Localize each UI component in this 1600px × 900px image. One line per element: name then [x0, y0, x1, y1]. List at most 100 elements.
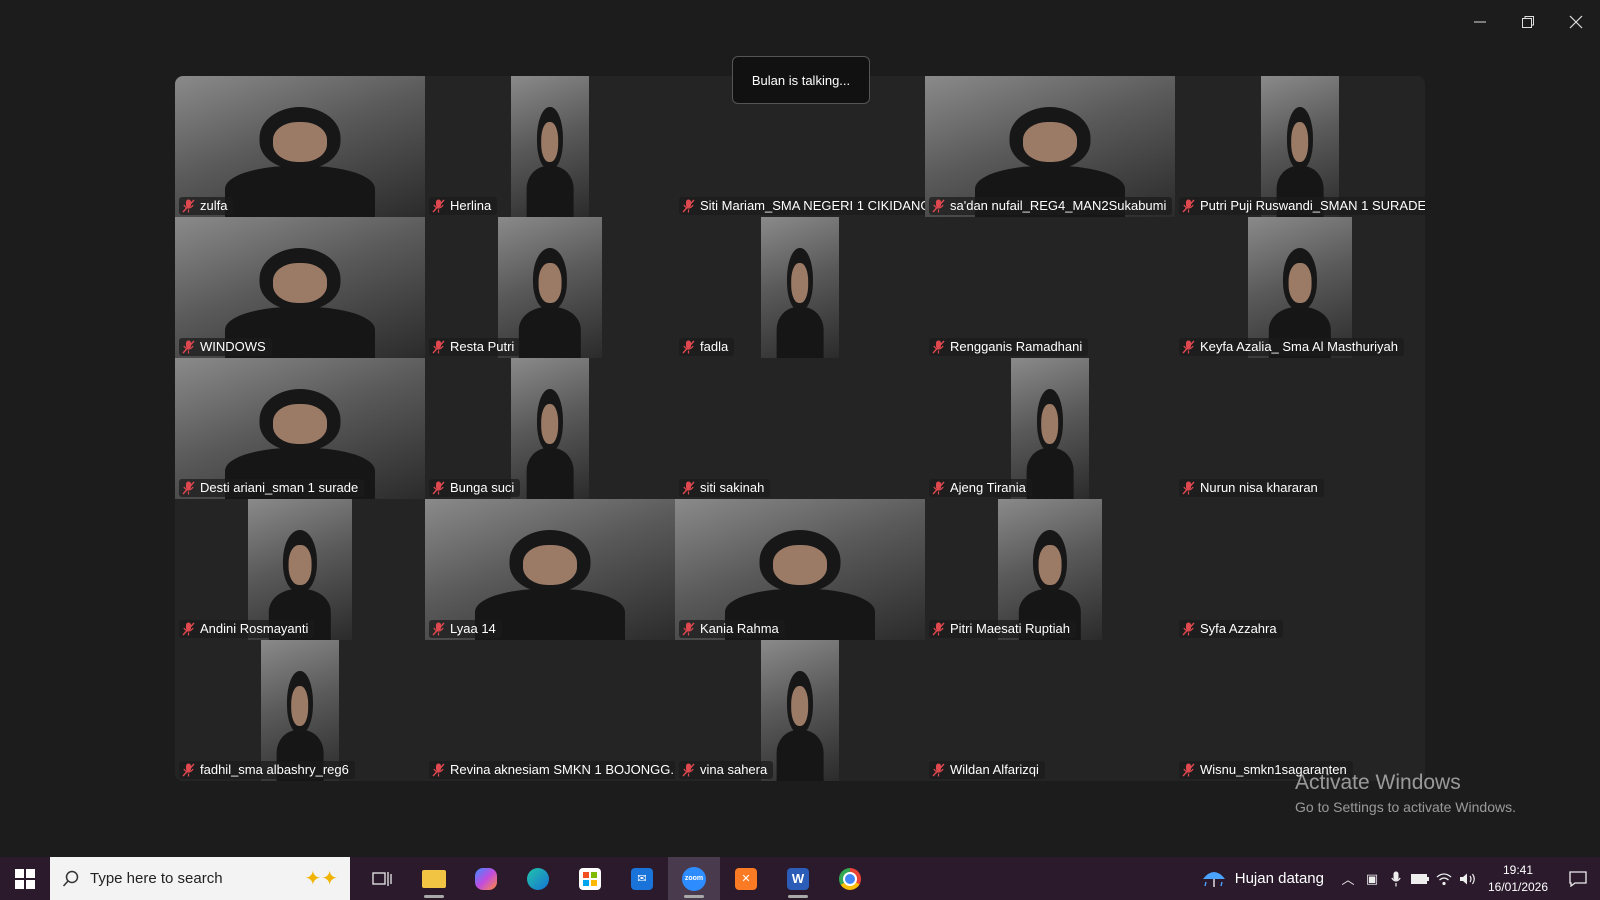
chrome-icon[interactable] — [824, 857, 876, 900]
participant-name: Siti Mariam_SMA NEGERI 1 CIKIDANG — [700, 198, 925, 213]
participant-name: Andini Rosmayanti — [200, 621, 309, 636]
participant-name: Lyaa 14 — [450, 621, 496, 636]
weather-text: Hujan datang — [1234, 870, 1324, 887]
muted-mic-icon — [1182, 340, 1195, 353]
participant-tile[interactable]: Wisnu_smkn1sagaranten — [1175, 640, 1425, 781]
muted-mic-icon — [932, 481, 945, 494]
zoom-icon[interactable]: zoom — [668, 857, 720, 900]
participant-video — [1011, 358, 1089, 499]
window-controls — [1456, 0, 1600, 44]
microsoft-store-icon[interactable] — [564, 857, 616, 900]
participant-tile[interactable]: Putri Puji Ruswandi_SMAN 1 SURADE — [1175, 76, 1425, 217]
participant-name: Nurun nisa khararan — [1200, 480, 1318, 495]
meet-now-icon[interactable]: ▣ — [1360, 871, 1384, 887]
participant-name: sa'dan nufail_REG4_MAN2Sukabumi — [950, 198, 1167, 213]
participant-name: WINDOWS — [200, 339, 266, 354]
activate-windows-watermark: Activate Windows Go to Settings to activ… — [1295, 771, 1516, 815]
muted-mic-icon — [182, 622, 195, 635]
microphone-icon[interactable] — [1384, 871, 1408, 887]
volume-icon[interactable] — [1456, 872, 1480, 886]
participant-name-bar: Putri Puji Ruswandi_SMAN 1 SURADE — [1179, 197, 1425, 215]
participant-name: Keyfa Azalia_ Sma Al Masthuriyah — [1200, 339, 1398, 354]
participant-tile[interactable]: Nurun nisa khararan — [1175, 358, 1425, 499]
notification-button[interactable] — [1556, 870, 1600, 887]
participant-tile[interactable]: Herlina — [425, 76, 675, 217]
participant-tile[interactable]: siti sakinah — [675, 358, 925, 499]
weather-widget[interactable]: Hujan datang — [1189, 868, 1336, 890]
participant-name-bar: zulfa — [179, 197, 234, 215]
muted-mic-icon — [182, 481, 195, 494]
minimize-button[interactable] — [1456, 0, 1504, 44]
start-button[interactable] — [0, 857, 50, 900]
clock[interactable]: 19:41 16/01/2026 — [1480, 862, 1556, 896]
participant-name: vina sahera — [700, 762, 768, 777]
participant-name-bar: Desti ariani_sman 1 surade — [179, 479, 365, 497]
clock-time: 19:41 — [1502, 862, 1534, 877]
participant-video — [175, 76, 425, 217]
copilot-icon[interactable] — [460, 857, 512, 900]
participant-tile[interactable]: Wildan Alfarizqi — [925, 640, 1175, 781]
participant-tile[interactable]: Keyfa Azalia_ Sma Al Masthuriyah — [1175, 217, 1425, 358]
xampp-icon[interactable]: ✕ — [720, 857, 772, 900]
participant-name-bar: Nurun nisa khararan — [1179, 479, 1324, 497]
muted-mic-icon — [932, 340, 945, 353]
muted-mic-icon — [432, 622, 445, 635]
participant-tile[interactable]: Syfa Azzahra — [1175, 499, 1425, 640]
chevron-up-icon[interactable]: ︿ — [1336, 869, 1360, 888]
muted-mic-icon — [932, 199, 945, 212]
participant-video — [925, 76, 1175, 217]
participant-name-bar: WINDOWS — [179, 338, 272, 356]
participant-video — [175, 217, 425, 358]
battery-icon[interactable] — [1408, 873, 1432, 884]
gallery-grid: zulfa Herlina Siti Mariam_SMA NEGERI 1 CIK… — [175, 76, 1425, 781]
muted-mic-icon — [1182, 199, 1195, 212]
minimize-icon — [1474, 21, 1486, 23]
participant-video — [425, 499, 675, 640]
participant-tile[interactable]: Resta Putri — [425, 217, 675, 358]
participant-name-bar: Resta Putri — [429, 338, 521, 356]
participant-tile[interactable]: fadhil_sma albashry_reg6 — [175, 640, 425, 781]
participant-tile[interactable]: Desti ariani_sman 1 surade — [175, 358, 425, 499]
participant-tile[interactable]: sa'dan nufail_REG4_MAN2Sukabumi — [925, 76, 1175, 217]
file-explorer-icon[interactable] — [408, 857, 460, 900]
task-view-icon[interactable] — [356, 857, 408, 900]
participant-video — [998, 499, 1102, 640]
participant-name: zulfa — [200, 198, 228, 213]
participant-name: Revina aknesiam SMKN 1 BOJONGG... — [450, 762, 675, 777]
participant-name: siti sakinah — [700, 480, 765, 495]
participant-tile[interactable]: zulfa — [175, 76, 425, 217]
participant-tile[interactable]: Andini Rosmayanti — [175, 499, 425, 640]
restore-button[interactable] — [1504, 0, 1552, 44]
participant-tile[interactable]: Bunga suci — [425, 358, 675, 499]
close-button[interactable] — [1552, 0, 1600, 44]
word-icon[interactable]: W — [772, 857, 824, 900]
participant-name: Resta Putri — [450, 339, 515, 354]
participant-name-bar: Herlina — [429, 197, 498, 215]
taskbar-search[interactable]: Type here to search ✦✦ — [50, 857, 350, 900]
system-tray: Hujan datang ︿ ▣ 19:41 16/01/2026 — [1189, 857, 1600, 900]
participant-tile[interactable]: Lyaa 14 — [425, 499, 675, 640]
participant-tile[interactable]: Revina aknesiam SMKN 1 BOJONGG... — [425, 640, 675, 781]
participant-video — [1248, 217, 1352, 358]
participant-video — [498, 217, 602, 358]
participant-tile[interactable]: Kania Rahma — [675, 499, 925, 640]
participant-name: Ajeng Tirania — [950, 480, 1026, 495]
search-icon — [62, 870, 79, 887]
participant-name-bar: Wildan Alfarizqi — [929, 761, 1045, 779]
participant-tile[interactable]: Rengganis Ramadhani — [925, 217, 1175, 358]
edge-icon[interactable] — [512, 857, 564, 900]
close-icon — [1569, 15, 1583, 29]
taskbar: Type here to search ✦✦ ✉ zoom ✕ W Hujan … — [0, 857, 1600, 900]
restore-icon — [1522, 16, 1534, 28]
participant-tile[interactable]: vina sahera — [675, 640, 925, 781]
participant-tile[interactable]: Ajeng Tirania — [925, 358, 1175, 499]
participant-video — [511, 76, 589, 217]
participant-tile[interactable]: fadla — [675, 217, 925, 358]
participant-tile[interactable]: WINDOWS — [175, 217, 425, 358]
participant-name-bar: fadla — [679, 338, 735, 356]
participant-name: Syfa Azzahra — [1200, 621, 1277, 636]
participant-tile[interactable]: Pitri Maesati Ruptiah — [925, 499, 1175, 640]
notification-icon — [1569, 870, 1587, 887]
wifi-icon[interactable] — [1432, 872, 1456, 886]
outlook-icon[interactable]: ✉ — [616, 857, 668, 900]
